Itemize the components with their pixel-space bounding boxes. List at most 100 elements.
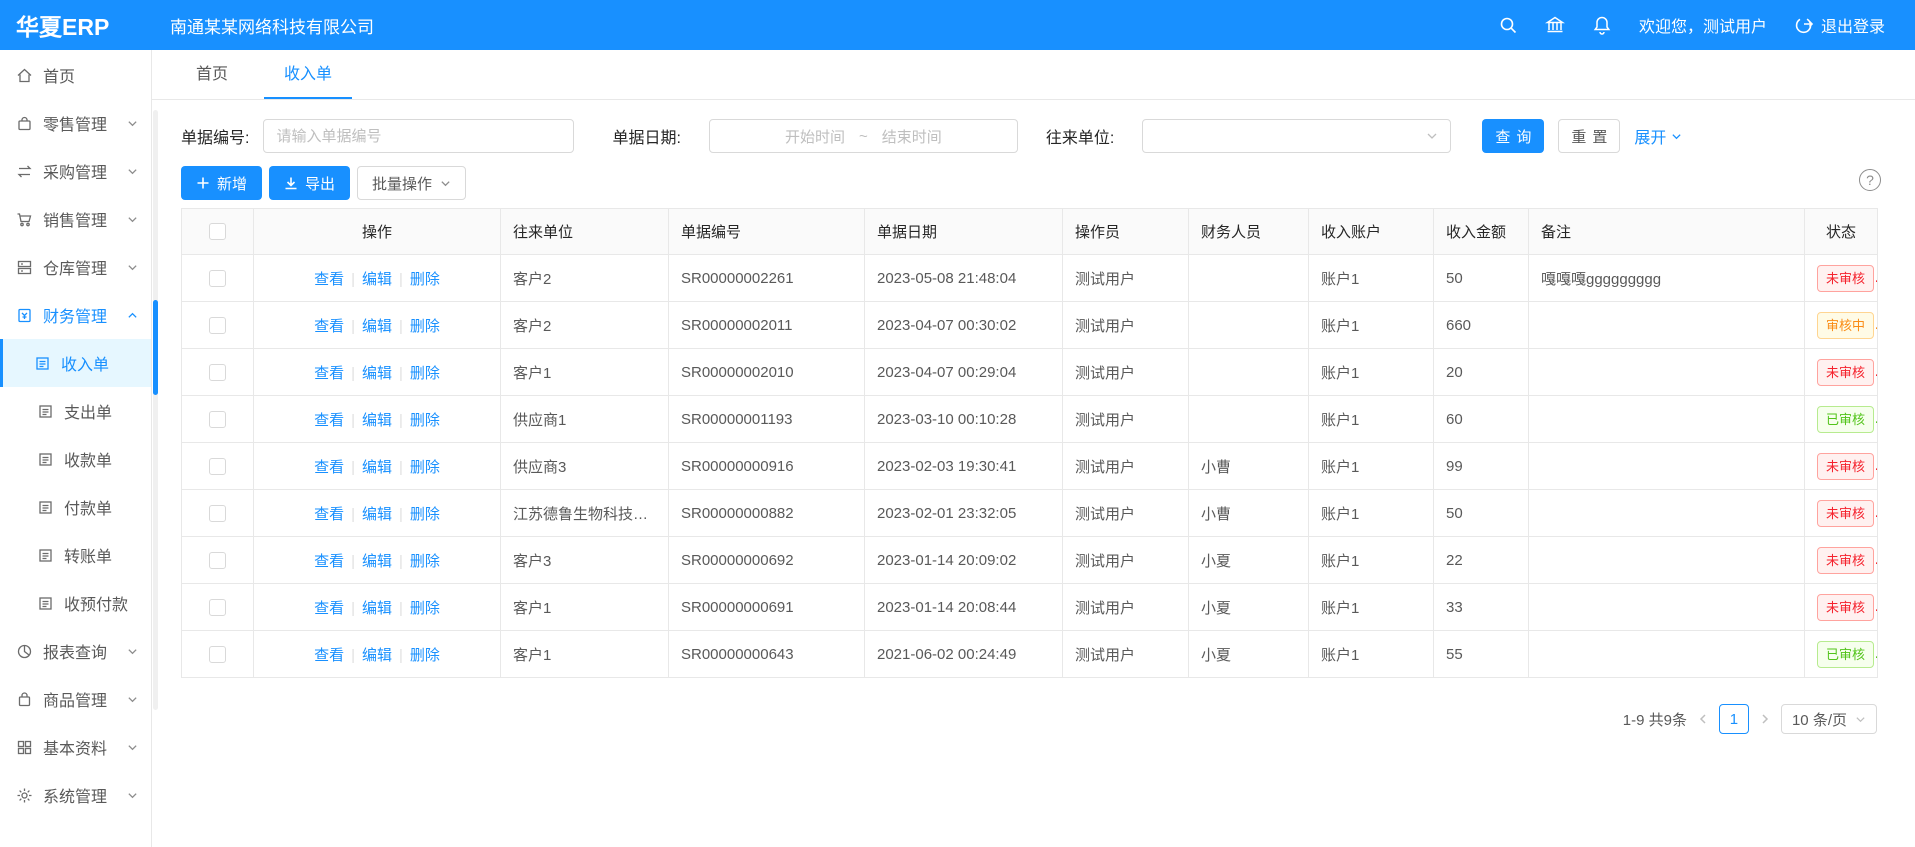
- action-separator: |: [399, 647, 403, 664]
- document-icon: [37, 547, 54, 564]
- row-checkbox[interactable]: [209, 552, 226, 569]
- action-link-delete[interactable]: 删除: [410, 459, 440, 476]
- page-number-1[interactable]: 1: [1719, 704, 1749, 734]
- action-link-edit[interactable]: 编辑: [362, 647, 392, 664]
- action-link-edit[interactable]: 编辑: [362, 318, 392, 335]
- system-icon: [16, 787, 33, 804]
- row-checkbox[interactable]: [209, 364, 226, 381]
- cell-finance-staff: [1189, 302, 1309, 349]
- chevron-down-icon: [127, 214, 138, 225]
- sidebar-item-purchase[interactable]: 采购管理: [0, 147, 151, 195]
- chevron-down-icon: [127, 790, 138, 801]
- plus-icon: [196, 176, 210, 190]
- action-link-view[interactable]: 查看: [314, 459, 344, 476]
- sidebar-item-warehouse[interactable]: 仓库管理: [0, 243, 151, 291]
- sidebar-item-retail[interactable]: 零售管理: [0, 99, 151, 147]
- action-link-delete[interactable]: 删除: [410, 412, 440, 429]
- main-content: 首页 收入单 单据编号: 单据日期: 开始时间 ~ 结束时间 往来单位: 查询 …: [152, 50, 1915, 847]
- action-link-delete[interactable]: 删除: [410, 506, 440, 523]
- action-link-view[interactable]: 查看: [314, 271, 344, 288]
- filter-bar: 单据编号: 单据日期: 开始时间 ~ 结束时间 往来单位: 查询 重置 展开: [181, 119, 1877, 153]
- action-separator: |: [399, 600, 403, 617]
- partner-select[interactable]: [1142, 119, 1451, 153]
- tab-income-bill[interactable]: 收入单: [264, 50, 352, 99]
- cell-finance-staff: [1189, 255, 1309, 302]
- sidebar-item-expense-bill[interactable]: 支出单: [0, 387, 151, 435]
- sidebar-item-system[interactable]: 系统管理: [0, 771, 151, 819]
- action-link-delete[interactable]: 删除: [410, 318, 440, 335]
- action-separator: |: [399, 365, 403, 382]
- action-link-edit[interactable]: 编辑: [362, 365, 392, 382]
- header-actions: 操作: [254, 209, 501, 255]
- action-link-view[interactable]: 查看: [314, 412, 344, 429]
- action-link-delete[interactable]: 删除: [410, 647, 440, 664]
- export-button[interactable]: 导出: [269, 166, 350, 200]
- content-scrollbar-thumb[interactable]: [153, 300, 158, 395]
- action-link-delete[interactable]: 删除: [410, 271, 440, 288]
- search-button[interactable]: 查询: [1482, 119, 1544, 153]
- cell-partner: 客户1: [501, 631, 669, 678]
- bank-icon[interactable]: [1545, 15, 1565, 35]
- cell-partner: 客户3: [501, 537, 669, 584]
- action-link-view[interactable]: 查看: [314, 647, 344, 664]
- logout-button[interactable]: 退出登录: [1794, 13, 1885, 37]
- sidebar-item-basic-data[interactable]: 基本资料: [0, 723, 151, 771]
- row-checkbox[interactable]: [209, 270, 226, 287]
- sidebar-item-home[interactable]: 首页: [0, 51, 151, 99]
- cell-operator: 测试用户: [1063, 584, 1189, 631]
- sidebar-item-goods[interactable]: 商品管理: [0, 675, 151, 723]
- action-link-view[interactable]: 查看: [314, 318, 344, 335]
- add-button[interactable]: 新增: [181, 166, 262, 200]
- cell-finance-staff: 小夏: [1189, 631, 1309, 678]
- next-page-icon[interactable]: [1759, 713, 1771, 725]
- cell-bill-no: SR00000000916: [669, 443, 865, 490]
- cell-income-amount: 33: [1434, 584, 1529, 631]
- cell-finance-staff: 小夏: [1189, 584, 1309, 631]
- sidebar-item-reports[interactable]: 报表查询: [0, 627, 151, 675]
- action-link-edit[interactable]: 编辑: [362, 506, 392, 523]
- row-checkbox[interactable]: [209, 646, 226, 663]
- action-link-view[interactable]: 查看: [314, 506, 344, 523]
- bill-number-input[interactable]: [263, 119, 574, 153]
- sidebar-item-sales[interactable]: 销售管理: [0, 195, 151, 243]
- row-checkbox[interactable]: [209, 411, 226, 428]
- batch-operations-button[interactable]: 批量操作: [357, 166, 466, 200]
- action-link-view[interactable]: 查看: [314, 365, 344, 382]
- prev-page-icon[interactable]: [1697, 713, 1709, 725]
- action-link-edit[interactable]: 编辑: [362, 600, 392, 617]
- reset-button[interactable]: 重置: [1558, 119, 1620, 153]
- action-link-edit[interactable]: 编辑: [362, 459, 392, 476]
- action-separator: |: [399, 506, 403, 523]
- sidebar-item-transfer-bill[interactable]: 转账单: [0, 531, 151, 579]
- action-link-view[interactable]: 查看: [314, 600, 344, 617]
- row-checkbox[interactable]: [209, 505, 226, 522]
- cell-partner: 客户1: [501, 584, 669, 631]
- expand-link[interactable]: 展开: [1634, 124, 1682, 148]
- sidebar-item-receipt-bill[interactable]: 收款单: [0, 435, 151, 483]
- sidebar-item-income-bill[interactable]: 收入单: [0, 339, 151, 387]
- date-range-input[interactable]: 开始时间 ~ 结束时间: [709, 119, 1018, 153]
- chevron-down-icon: [1855, 714, 1866, 725]
- row-checkbox[interactable]: [209, 317, 226, 334]
- action-link-delete[interactable]: 删除: [410, 365, 440, 382]
- action-link-view[interactable]: 查看: [314, 553, 344, 570]
- action-link-edit[interactable]: 编辑: [362, 553, 392, 570]
- select-all-checkbox[interactable]: [209, 223, 226, 240]
- tab-home[interactable]: 首页: [176, 50, 248, 99]
- document-icon: [37, 403, 54, 420]
- action-link-edit[interactable]: 编辑: [362, 271, 392, 288]
- page-size-select[interactable]: 10 条/页: [1781, 704, 1877, 734]
- sidebar-item-finance[interactable]: 财务管理: [0, 291, 151, 339]
- sidebar-item-payment-bill[interactable]: 付款单: [0, 483, 151, 531]
- action-link-delete[interactable]: 删除: [410, 553, 440, 570]
- row-checkbox[interactable]: [209, 458, 226, 475]
- bell-icon[interactable]: [1592, 15, 1612, 35]
- action-link-edit[interactable]: 编辑: [362, 412, 392, 429]
- search-icon[interactable]: [1498, 15, 1518, 35]
- action-link-delete[interactable]: 删除: [410, 600, 440, 617]
- sidebar-item-advance-payment[interactable]: 收预付款: [0, 579, 151, 627]
- help-icon[interactable]: ?: [1859, 169, 1881, 191]
- table-row: 查看|编辑|删除 客户1 SR00000002010 2023-04-07 00…: [182, 349, 1878, 396]
- download-icon: [284, 176, 298, 190]
- row-checkbox[interactable]: [209, 599, 226, 616]
